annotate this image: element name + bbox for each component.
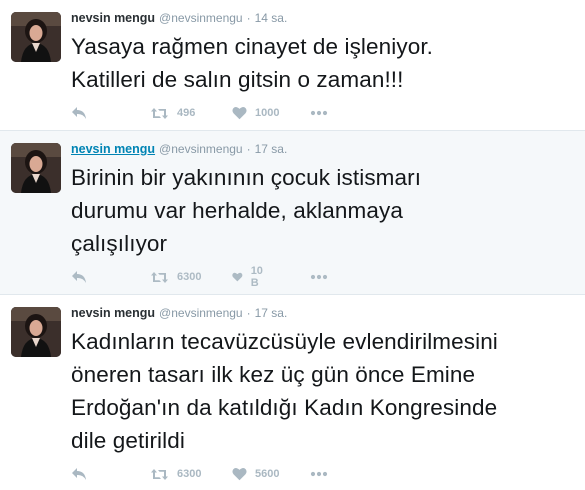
username[interactable]: @nevsinmengu [159, 306, 243, 320]
avatar[interactable] [11, 307, 61, 357]
tweet-text-line: Katilleri de salın gitsin o zaman!!! [71, 67, 404, 92]
like-button[interactable]: 10 B [232, 265, 267, 289]
retweet-button[interactable]: 6300 [150, 465, 201, 483]
retweet-count: 6300 [177, 271, 202, 283]
tweet-text-line: öneren tasarı ilk kez üç gün önce Emine [71, 362, 476, 387]
tweet-text-line: Erdoğan'ın da katıldığı Kadın Kongresind… [71, 395, 498, 420]
tweet[interactable]: nevsin mengu @nevsinmengu · 17 sa. Kadınlar… [0, 295, 585, 490]
fullname[interactable]: nevsin mengu [71, 11, 155, 25]
avatar[interactable] [11, 12, 61, 62]
heart-icon [232, 272, 243, 282]
heart-icon [232, 107, 247, 120]
tweet-timeline: nevsin mengu @nevsinmengu · 14 sa. Yasaya r… [0, 0, 585, 490]
separator: · [246, 11, 251, 25]
separator: · [246, 142, 251, 156]
timestamp[interactable]: 14 sa. [255, 11, 288, 25]
tweet-text-line: Kadınların tecavüzcüsüyle evlendirilmesi… [71, 329, 498, 354]
retweet-button[interactable]: 496 [150, 104, 195, 122]
timestamp[interactable]: 17 sa. [255, 142, 288, 156]
more-icon [310, 110, 328, 116]
reply-icon [72, 107, 86, 119]
tweet-text-line: Birinin bir yakınının çocuk istismarı [71, 165, 422, 190]
reply-button[interactable] [71, 465, 87, 483]
tweet-header: nevsin mengu @nevsinmengu · 14 sa. [71, 10, 287, 26]
more-icon [310, 471, 328, 477]
reply-button[interactable] [71, 104, 87, 122]
tweet-header: nevsin mengu @nevsinmengu · 17 sa. [71, 305, 287, 321]
tweet-text-line: Yasaya rağmen cinayet de işleniyor. [71, 34, 434, 59]
separator: · [246, 306, 251, 320]
heart-icon [232, 468, 247, 481]
retweet-icon [151, 107, 168, 119]
tweet[interactable]: nevsin mengu @nevsinmengu · 14 sa. Yasaya r… [0, 0, 585, 131]
tweet-text: Kadınların tecavüzcüsüyle evlendirilmesi… [71, 325, 576, 457]
more-button[interactable] [310, 268, 328, 286]
avatar[interactable] [11, 143, 61, 193]
fullname[interactable]: nevsin mengu [71, 142, 155, 156]
more-button[interactable] [310, 104, 328, 122]
tweet-text-line: dile getirildi [71, 428, 185, 453]
more-icon [310, 274, 328, 280]
reply-button[interactable] [71, 268, 87, 286]
tweet-text: Birinin bir yakınının çocuk istismarı du… [71, 161, 576, 260]
like-button[interactable]: 1000 [232, 104, 279, 122]
tweet-header: nevsin mengu @nevsinmengu · 17 sa. [71, 141, 287, 157]
reply-icon [72, 468, 86, 480]
retweet-icon [151, 271, 168, 283]
fullname[interactable]: nevsin mengu [71, 306, 155, 320]
like-count: 10 B [250, 265, 263, 289]
timestamp[interactable]: 17 sa. [255, 306, 288, 320]
tweet-text-line: çalışılıyor [71, 231, 168, 256]
retweet-icon [151, 468, 168, 480]
more-button[interactable] [310, 465, 328, 483]
tweet[interactable]: nevsin mengu @nevsinmengu · 17 sa. Birinin … [0, 131, 585, 295]
retweet-count: 496 [177, 107, 196, 119]
tweet-text: Yasaya rağmen cinayet de işleniyor. Kati… [71, 30, 576, 96]
like-count: 5600 [255, 468, 280, 480]
username[interactable]: @nevsinmengu [159, 142, 243, 156]
retweet-button[interactable]: 6300 [150, 268, 201, 286]
tweet-text-line: durumu var herhalde, aklanmaya [71, 198, 403, 223]
retweet-count: 6300 [177, 468, 202, 480]
username[interactable]: @nevsinmengu [159, 11, 243, 25]
like-button[interactable]: 5600 [232, 465, 279, 483]
like-count: 1000 [255, 107, 280, 119]
reply-icon [72, 271, 86, 283]
